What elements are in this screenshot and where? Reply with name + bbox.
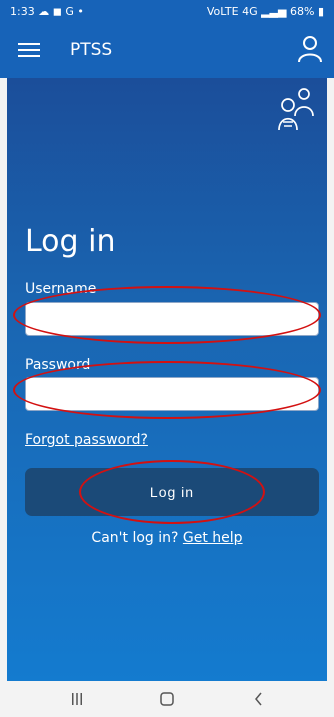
status-right: VoLTE 4G ▂▃▅ 68% ▮ (207, 5, 324, 18)
login-button[interactable]: Log in (25, 468, 319, 516)
bag-icon: ◼ (52, 5, 62, 18)
signal-icon: ▂▃▅ (261, 5, 287, 18)
help-text: Can't log in? Get help (7, 530, 327, 546)
status-bar: 1:33 ☁ ◼ G • VoLTE 4G ▂▃▅ 68% ▮ (0, 0, 334, 24)
username-label: Username (25, 281, 97, 297)
google-icon: G (65, 5, 74, 18)
help-prefix: Can't log in? (91, 530, 179, 546)
account-icon[interactable] (296, 34, 324, 64)
page-title: Log in (25, 224, 116, 259)
app-title: PTSS (70, 40, 113, 60)
system-nav-bar (0, 681, 334, 717)
veteran-support-icon (278, 88, 314, 131)
login-panel: Log in Username Password Forgot password… (7, 78, 327, 681)
get-help-link[interactable]: Get help (183, 530, 243, 546)
signal-text: VoLTE 4G (206, 5, 258, 18)
recents-icon[interactable] (67, 689, 87, 709)
home-icon[interactable] (157, 689, 177, 709)
app-bar: PTSS (0, 24, 334, 78)
hamburger-menu-icon[interactable] (16, 37, 42, 63)
battery-text: 68% (289, 5, 315, 18)
username-field[interactable] (25, 302, 319, 336)
back-icon[interactable] (249, 689, 269, 709)
status-time: 1:33 (10, 5, 35, 18)
forgot-password-link[interactable]: Forgot password? (25, 432, 148, 448)
battery-icon: ▮ (317, 5, 324, 18)
cloud-icon: ☁ (38, 5, 50, 18)
password-field[interactable] (25, 377, 319, 411)
dot-icon: • (77, 5, 84, 18)
status-left: 1:33 ☁ ◼ G • (10, 5, 84, 18)
password-label: Password (25, 357, 91, 373)
